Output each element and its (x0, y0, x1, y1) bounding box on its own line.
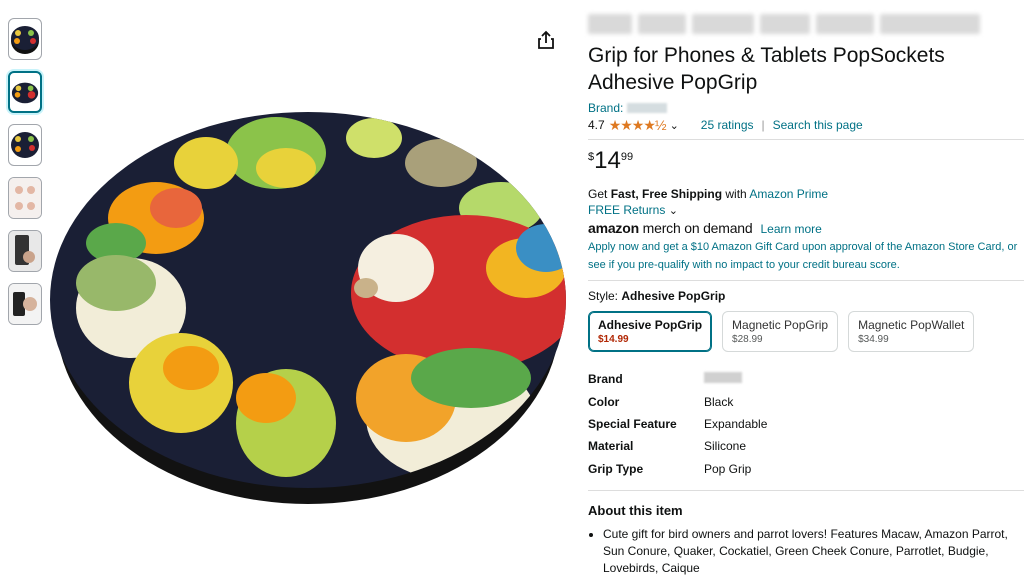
merch-on-demand: amazon merch on demand Learn more (588, 220, 1024, 236)
brand-line: Brand: (588, 100, 1024, 115)
separator: | (761, 118, 765, 132)
thumbnail-1[interactable] (8, 18, 42, 60)
main-product-image[interactable] (46, 108, 570, 518)
spec-row-brand: Brand (588, 368, 1024, 390)
thumbnail-strip (8, 18, 44, 336)
price: $ 14 99 (588, 148, 1024, 178)
fast-free-shipping: Fast, Free Shipping (610, 187, 723, 201)
brand-name-blurred[interactable] (627, 102, 668, 113)
spec-row-color: Color Black (588, 394, 734, 409)
blurred-store-link[interactable] (588, 14, 1024, 38)
amazon-prime-link[interactable]: Amazon Prime (749, 187, 828, 201)
merch-logo: amazon merch on demand (588, 220, 753, 236)
share-icon[interactable] (537, 30, 555, 50)
style-option-magnetic-popwallet[interactable]: Magnetic PopWallet $34.99 (848, 311, 975, 352)
thumbnail-6[interactable] (8, 283, 42, 325)
star-icon[interactable]: ★★★★½ (609, 117, 667, 134)
spec-table: Brand Color Black Special Feature Expand… (588, 368, 1024, 480)
chevron-down-icon[interactable]: ⌄ (669, 205, 678, 217)
rating-value: 4.7 (588, 118, 605, 132)
about-bullet: Cute gift for bird owners and parrot lov… (603, 526, 1024, 577)
store-card-offer[interactable]: Apply now and get a $10 Amazon Gift Card… (588, 238, 1024, 274)
style-options: Adhesive PopGrip $14.99 Magnetic PopGrip… (588, 311, 1024, 352)
ratings-link[interactable]: 25 ratings (701, 118, 754, 132)
about-list: Cute gift for bird owners and parrot lov… (588, 526, 1024, 577)
divider (588, 139, 1024, 140)
thumbnail-3[interactable] (8, 124, 42, 166)
divider (588, 489, 1024, 491)
spec-row-grip-type: Grip Type Pop Grip (588, 461, 752, 476)
spec-row-material: Material Silicone (588, 439, 747, 454)
spec-row-special-feature: Special Feature Expandable (588, 416, 768, 431)
style-label: Style: Adhesive PopGrip (588, 289, 726, 303)
style-option-magnetic-popgrip[interactable]: Magnetic PopGrip $28.99 (722, 311, 839, 352)
thumbnail-4[interactable] (8, 177, 42, 219)
chevron-down-icon[interactable]: ⌄ (670, 119, 679, 132)
thumbnail-5[interactable] (8, 230, 42, 272)
ship-get: Get (588, 187, 608, 201)
free-returns-link[interactable]: FREE Returns (588, 203, 665, 217)
divider (588, 280, 1024, 281)
product-details: Grip for Phones & Tablets PopSockets Adh… (588, 14, 1024, 577)
brand-value-blurred (704, 372, 742, 384)
shipping-info: Get Fast, Free Shipping with Amazon Prim… (588, 186, 1024, 202)
brand-label: Brand: (588, 100, 624, 115)
learn-more-link[interactable]: Learn more (760, 222, 821, 236)
rating-row: 4.7 ★★★★½ ⌄ 25 ratings | Search this pag… (588, 117, 1024, 133)
about-heading: About this item (588, 502, 683, 518)
price-whole: 14 (594, 147, 621, 174)
style-selected: Adhesive PopGrip (621, 289, 726, 303)
price-fraction: 99 (620, 151, 634, 163)
thumbnail-2[interactable] (8, 71, 42, 113)
free-returns[interactable]: FREE Returns ⌄ (588, 202, 1024, 219)
ship-with: with (725, 187, 747, 201)
search-this-page-link[interactable]: Search this page (773, 118, 863, 132)
product-title: Grip for Phones & Tablets PopSockets Adh… (588, 44, 945, 94)
style-option-adhesive-popgrip[interactable]: Adhesive PopGrip $14.99 (588, 311, 713, 352)
